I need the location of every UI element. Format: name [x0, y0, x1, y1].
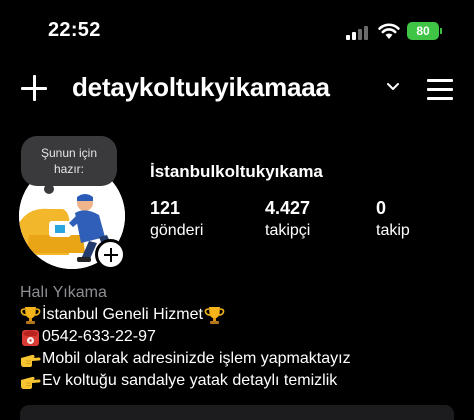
bio-category: Halı Yıkama — [20, 284, 107, 301]
bio-line-text: 0542-633-22-97 — [42, 328, 156, 345]
followers-label: takipçi — [265, 222, 311, 239]
profile-header: detaykoltukyikamaaa — [0, 66, 474, 110]
create-plus-icon[interactable] — [20, 74, 48, 102]
cellular-signal-icon — [346, 24, 372, 40]
bio-line: Mobil olarak adresinizde işlem yapmaktay… — [20, 348, 460, 370]
battery-level: 80 — [416, 24, 430, 38]
bio-line-text: İstanbul Geneli Hizmet — [42, 306, 203, 323]
stat-followers[interactable]: 4.427 takipçi — [265, 198, 310, 240]
note-bubble-tail — [44, 184, 54, 194]
posts-label: gönderi — [150, 222, 204, 239]
following-label: takip — [376, 222, 410, 239]
followers-count: 4.427 — [265, 198, 311, 218]
stat-following[interactable]: 0 takip — [376, 198, 410, 240]
following-count: 0 — [376, 198, 387, 218]
bio-line-text: Ev koltuğu sandalye yatak detaylı temizl… — [42, 372, 338, 389]
trophy-icon — [204, 306, 225, 324]
display-name: İstanbulkoltukyıkama — [150, 162, 323, 181]
status-time: 22:52 — [48, 19, 101, 41]
add-story-button[interactable] — [95, 239, 126, 270]
trophy-icon — [20, 306, 41, 324]
bio-line-text: Mobil olarak adresinizde işlem yapmaktay… — [42, 350, 351, 367]
note-bubble[interactable]: Şunun için hazır: — [21, 136, 117, 186]
status-bar: 22:52 80 — [0, 0, 474, 62]
bio-line: Ev koltuğu sandalye yatak detaylı temizl… — [20, 370, 460, 392]
stat-posts[interactable]: 121 gönderi — [150, 198, 203, 240]
professional-dashboard-card[interactable] — [20, 405, 454, 420]
wifi-icon — [378, 23, 400, 39]
pointing-hand-icon — [21, 376, 41, 389]
bio-line: 0542-633-22-97 — [20, 326, 460, 348]
posts-count: 121 — [150, 198, 181, 218]
note-text: Şunun için hazır: — [40, 146, 98, 176]
battery-indicator: 80 — [407, 22, 439, 40]
telephone-icon — [22, 329, 39, 346]
bio: Halı Yıkama İstanbul Geneli Hizmet 0542-… — [20, 283, 460, 392]
bio-line: İstanbul Geneli Hizmet — [20, 304, 460, 326]
battery-nub — [440, 28, 442, 34]
username-title[interactable]: detaykoltukyikamaaa — [72, 72, 330, 103]
chevron-down-icon[interactable] — [386, 82, 400, 92]
pointing-hand-icon — [21, 354, 41, 367]
plus-icon — [103, 247, 118, 262]
hamburger-menu-icon[interactable] — [427, 78, 453, 100]
